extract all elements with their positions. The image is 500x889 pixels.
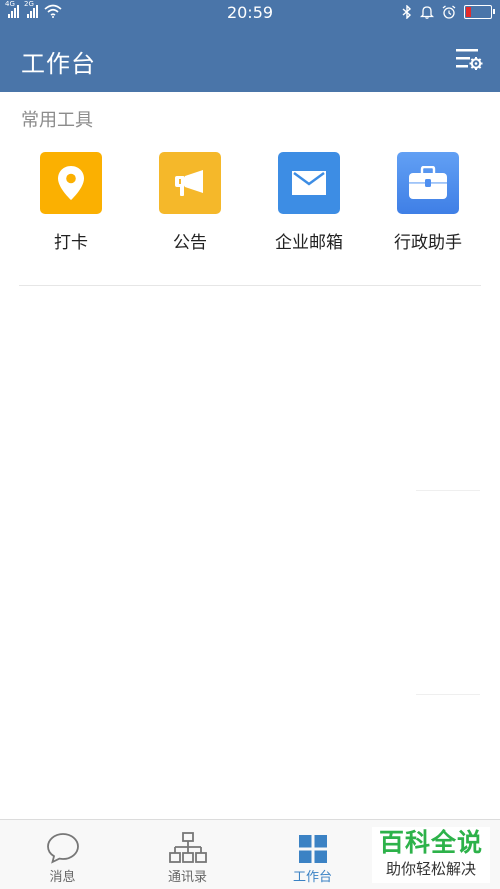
settings-button[interactable]	[454, 45, 484, 73]
tool-icon-bg	[278, 152, 340, 214]
tab-workbench[interactable]: 工作台	[250, 820, 375, 889]
settings-list-icon	[456, 49, 483, 70]
tool-admin-assistant[interactable]: 行政助手	[369, 152, 487, 253]
watermark-subtitle: 助你轻松解决	[385, 860, 476, 878]
bluetooth-icon	[402, 5, 412, 19]
alarm-bell-icon	[420, 6, 434, 19]
section-label: 常用工具	[21, 110, 93, 131]
battery-low-icon	[464, 5, 495, 19]
tool-icon-bg	[159, 152, 221, 214]
tool-announcement[interactable]: 公告	[131, 152, 249, 253]
alarm-clock-icon	[442, 5, 456, 19]
org-chart-icon	[168, 832, 207, 863]
watermark-title: 百科全说	[378, 828, 483, 857]
page-title: 工作台	[21, 50, 96, 78]
faint-divider	[416, 490, 480, 491]
envelope-icon	[292, 171, 326, 195]
app-bar: 工作台	[0, 27, 500, 92]
location-pin-icon	[58, 166, 84, 200]
tab-messages[interactable]: 消息	[0, 820, 125, 889]
megaphone-icon	[175, 170, 203, 196]
status-bar: 4G 2G 20:59	[0, 0, 500, 27]
tool-enterprise-mail[interactable]: 企业邮箱	[250, 152, 368, 253]
tool-label: 公告	[173, 233, 207, 253]
tool-icon-bg	[397, 152, 459, 214]
tool-icon-bg	[40, 152, 102, 214]
tab-label: 消息	[49, 870, 76, 885]
grid-icon	[298, 835, 327, 863]
status-right	[402, 5, 495, 19]
section-divider	[19, 285, 481, 286]
briefcase-icon	[409, 166, 447, 199]
faint-divider	[416, 694, 480, 695]
tab-label: 工作台	[292, 870, 332, 885]
tool-label: 行政助手	[394, 233, 462, 253]
tab-contacts[interactable]: 通讯录	[125, 820, 250, 889]
tool-label: 打卡	[54, 233, 88, 253]
tools-grid: 打卡 公告 企业邮箱 行政助手	[0, 152, 500, 262]
tab-label: 通讯录	[167, 870, 207, 885]
watermark: 百科全说 助你轻松解决	[372, 827, 490, 883]
tool-label: 企业邮箱	[275, 233, 343, 253]
tool-punch-in[interactable]: 打卡	[12, 152, 130, 253]
chat-bubble-icon	[46, 833, 79, 864]
